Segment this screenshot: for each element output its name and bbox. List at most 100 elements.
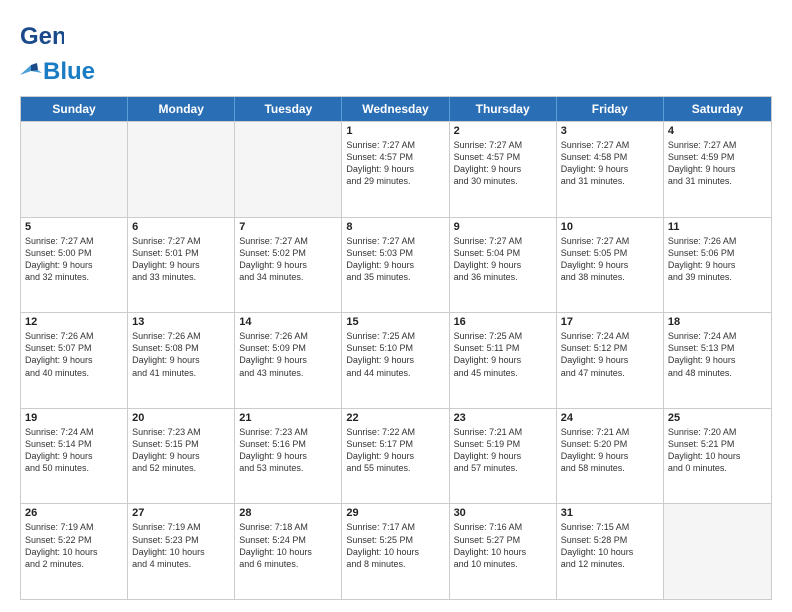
day-cell-18: 18 Sunrise: 7:24 AM Sunset: 5:13 PM Dayli…: [664, 313, 771, 408]
weekday-header-tuesday: Tuesday: [235, 97, 342, 121]
day-number-10: 10: [561, 221, 659, 233]
day-info-28: Sunrise: 7:18 AM Sunset: 5:24 PM Dayligh…: [239, 521, 337, 570]
logo-combined: General: [20, 18, 64, 62]
day-info-31: Sunrise: 7:15 AM Sunset: 5:28 PM Dayligh…: [561, 521, 659, 570]
day-cell-30: 30Sunrise: 7:16 AM Sunset: 5:27 PM Dayli…: [450, 504, 557, 599]
day-cell-23: 23 Sunrise: 7:21 AM Sunset: 5:19 PM Dayli…: [450, 409, 557, 504]
weekday-header-thursday: Thursday: [450, 97, 557, 121]
weekday-header-saturday: Saturday: [664, 97, 771, 121]
day-info-16: Sunrise: 7:25 AM Sunset: 5:11 PM Dayligh…: [454, 330, 552, 379]
day-number-24: 24: [561, 412, 659, 424]
day-cell-13: 13Sunrise: 7:26 AM Sunset: 5:08 PM Dayli…: [128, 313, 235, 408]
day-cell-2: 2Sunrise: 7:27 AM Sunset: 4:57 PM Daylig…: [450, 122, 557, 217]
calendar-row-4: 26Sunrise: 7:19 AM Sunset: 5:22 PM Dayli…: [21, 503, 771, 599]
calendar-row-3: 19 Sunrise: 7:24 AM Sunset: 5:14 PM Dayli…: [21, 408, 771, 504]
day-info-25: Sunrise: 7:20 AM Sunset: 5:21 PM Dayligh…: [668, 426, 767, 475]
day-number-11: 11: [668, 221, 767, 233]
day-cell-17: 17Sunrise: 7:24 AM Sunset: 5:12 PM Dayli…: [557, 313, 664, 408]
day-info-21: Sunrise: 7:23 AM Sunset: 5:16 PM Dayligh…: [239, 426, 337, 475]
calendar: SundayMondayTuesdayWednesdayThursdayFrid…: [20, 96, 772, 600]
day-info-29: Sunrise: 7:17 AM Sunset: 5:25 PM Dayligh…: [346, 521, 444, 570]
day-cell-21: 21 Sunrise: 7:23 AM Sunset: 5:16 PM Dayli…: [235, 409, 342, 504]
logo-svg-icon: General: [20, 18, 64, 62]
day-number-31: 31: [561, 507, 659, 519]
day-cell-22: 22 Sunrise: 7:22 AM Sunset: 5:17 PM Dayli…: [342, 409, 449, 504]
day-info-17: Sunrise: 7:24 AM Sunset: 5:12 PM Dayligh…: [561, 330, 659, 379]
day-cell-8: 8Sunrise: 7:27 AM Sunset: 5:03 PM Daylig…: [342, 218, 449, 313]
day-number-23: 23: [454, 412, 552, 424]
day-cell-4: 4 Sunrise: 7:27 AM Sunset: 4:59 PM Daylig…: [664, 122, 771, 217]
logo-blue-label: Blue: [43, 58, 95, 86]
day-info-13: Sunrise: 7:26 AM Sunset: 5:08 PM Dayligh…: [132, 330, 230, 379]
day-number-3: 3: [561, 125, 659, 137]
day-cell-29: 29Sunrise: 7:17 AM Sunset: 5:25 PM Dayli…: [342, 504, 449, 599]
day-number-20: 20: [132, 412, 230, 424]
day-info-27: Sunrise: 7:19 AM Sunset: 5:23 PM Dayligh…: [132, 521, 230, 570]
day-info-11: Sunrise: 7:26 AM Sunset: 5:06 PM Dayligh…: [668, 235, 767, 284]
logo-row2: Blue: [20, 58, 95, 86]
day-info-18: Sunrise: 7:24 AM Sunset: 5:13 PM Dayligh…: [668, 330, 767, 379]
day-number-8: 8: [346, 221, 444, 233]
day-info-2: Sunrise: 7:27 AM Sunset: 4:57 PM Dayligh…: [454, 139, 552, 188]
day-cell-12: 12 Sunrise: 7:26 AM Sunset: 5:07 PM Dayli…: [21, 313, 128, 408]
day-info-9: Sunrise: 7:27 AM Sunset: 5:04 PM Dayligh…: [454, 235, 552, 284]
day-number-9: 9: [454, 221, 552, 233]
day-number-22: 22: [346, 412, 444, 424]
header: General Blue: [20, 18, 772, 86]
empty-cell-0-2: [235, 122, 342, 217]
day-info-5: Sunrise: 7:27 AM Sunset: 5:00 PM Dayligh…: [25, 235, 123, 284]
day-number-6: 6: [132, 221, 230, 233]
day-cell-10: 10 Sunrise: 7:27 AM Sunset: 5:05 PM Dayli…: [557, 218, 664, 313]
day-info-12: Sunrise: 7:26 AM Sunset: 5:07 PM Dayligh…: [25, 330, 123, 379]
logo-bird-icon: [20, 63, 42, 81]
day-number-7: 7: [239, 221, 337, 233]
calendar-row-0: 1 Sunrise: 7:27 AM Sunset: 4:57 PM Daylig…: [21, 121, 771, 217]
day-info-14: Sunrise: 7:26 AM Sunset: 5:09 PM Dayligh…: [239, 330, 337, 379]
empty-cell-0-1: [128, 122, 235, 217]
day-cell-19: 19 Sunrise: 7:24 AM Sunset: 5:14 PM Dayli…: [21, 409, 128, 504]
day-number-5: 5: [25, 221, 123, 233]
day-number-15: 15: [346, 316, 444, 328]
weekday-header-friday: Friday: [557, 97, 664, 121]
day-info-15: Sunrise: 7:25 AM Sunset: 5:10 PM Dayligh…: [346, 330, 444, 379]
day-number-4: 4: [668, 125, 767, 137]
day-cell-5: 5 Sunrise: 7:27 AM Sunset: 5:00 PM Daylig…: [21, 218, 128, 313]
day-cell-14: 14Sunrise: 7:26 AM Sunset: 5:09 PM Dayli…: [235, 313, 342, 408]
day-cell-28: 28 Sunrise: 7:18 AM Sunset: 5:24 PM Dayli…: [235, 504, 342, 599]
day-cell-9: 9 Sunrise: 7:27 AM Sunset: 5:04 PM Daylig…: [450, 218, 557, 313]
day-info-6: Sunrise: 7:27 AM Sunset: 5:01 PM Dayligh…: [132, 235, 230, 284]
day-info-20: Sunrise: 7:23 AM Sunset: 5:15 PM Dayligh…: [132, 426, 230, 475]
day-number-19: 19: [25, 412, 123, 424]
day-number-21: 21: [239, 412, 337, 424]
weekday-header-wednesday: Wednesday: [342, 97, 449, 121]
empty-cell-0-0: [21, 122, 128, 217]
day-info-23: Sunrise: 7:21 AM Sunset: 5:19 PM Dayligh…: [454, 426, 552, 475]
day-number-18: 18: [668, 316, 767, 328]
day-cell-27: 27 Sunrise: 7:19 AM Sunset: 5:23 PM Dayli…: [128, 504, 235, 599]
day-info-22: Sunrise: 7:22 AM Sunset: 5:17 PM Dayligh…: [346, 426, 444, 475]
day-info-7: Sunrise: 7:27 AM Sunset: 5:02 PM Dayligh…: [239, 235, 337, 284]
day-cell-26: 26Sunrise: 7:19 AM Sunset: 5:22 PM Dayli…: [21, 504, 128, 599]
calendar-row-1: 5 Sunrise: 7:27 AM Sunset: 5:00 PM Daylig…: [21, 217, 771, 313]
day-cell-3: 3Sunrise: 7:27 AM Sunset: 4:58 PM Daylig…: [557, 122, 664, 217]
day-cell-1: 1Sunrise: 7:27 AM Sunset: 4:57 PM Daylig…: [342, 122, 449, 217]
weekday-header-sunday: Sunday: [21, 97, 128, 121]
day-number-1: 1: [346, 125, 444, 137]
day-cell-7: 7 Sunrise: 7:27 AM Sunset: 5:02 PM Daylig…: [235, 218, 342, 313]
calendar-header: SundayMondayTuesdayWednesdayThursdayFrid…: [21, 97, 771, 121]
day-number-27: 27: [132, 507, 230, 519]
weekday-header-monday: Monday: [128, 97, 235, 121]
day-number-12: 12: [25, 316, 123, 328]
calendar-body: 1 Sunrise: 7:27 AM Sunset: 4:57 PM Daylig…: [21, 121, 771, 599]
day-info-10: Sunrise: 7:27 AM Sunset: 5:05 PM Dayligh…: [561, 235, 659, 284]
logo: General Blue: [20, 18, 95, 86]
day-info-19: Sunrise: 7:24 AM Sunset: 5:14 PM Dayligh…: [25, 426, 123, 475]
day-info-4: Sunrise: 7:27 AM Sunset: 4:59 PM Dayligh…: [668, 139, 767, 188]
day-cell-11: 11 Sunrise: 7:26 AM Sunset: 5:06 PM Dayli…: [664, 218, 771, 313]
day-cell-20: 20 Sunrise: 7:23 AM Sunset: 5:15 PM Dayli…: [128, 409, 235, 504]
day-info-30: Sunrise: 7:16 AM Sunset: 5:27 PM Dayligh…: [454, 521, 552, 570]
empty-cell-4-6: [664, 504, 771, 599]
day-number-28: 28: [239, 507, 337, 519]
day-cell-16: 16Sunrise: 7:25 AM Sunset: 5:11 PM Dayli…: [450, 313, 557, 408]
svg-text:General: General: [20, 23, 64, 50]
